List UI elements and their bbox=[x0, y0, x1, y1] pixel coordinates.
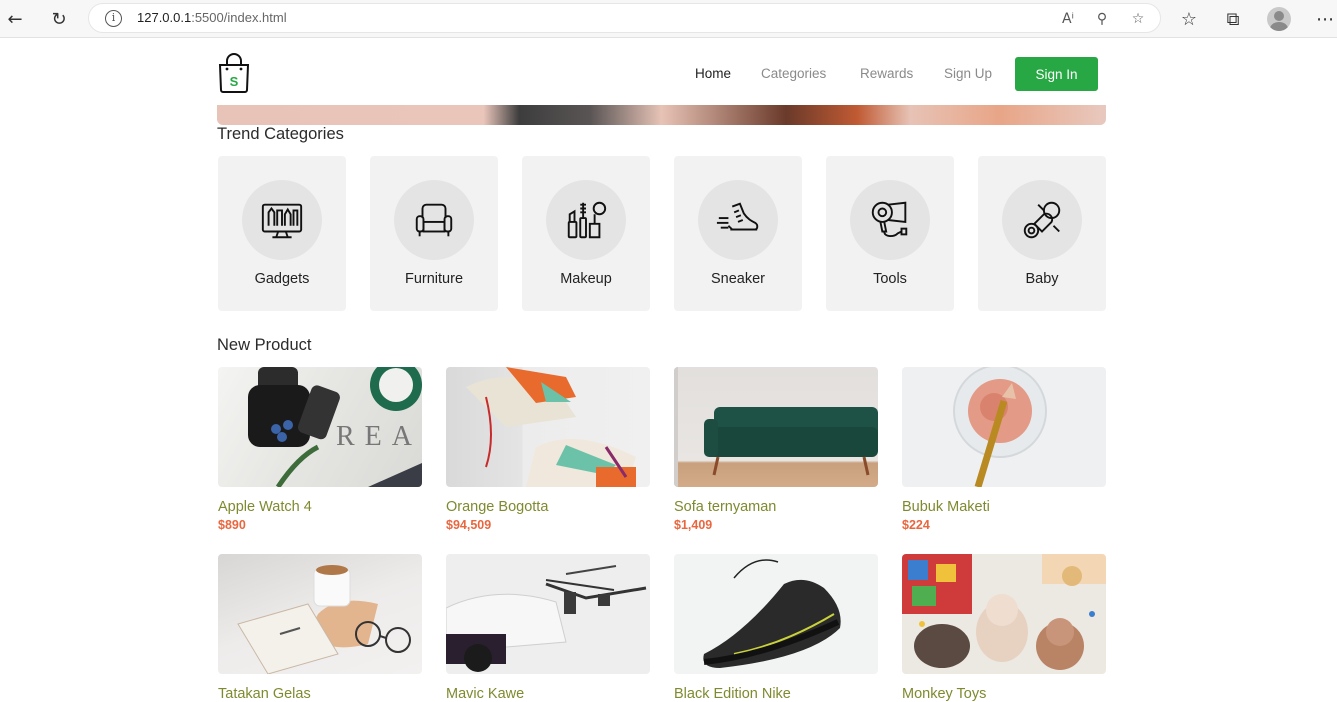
product-card-sofa[interactable]: Sofa ternyaman $1,409 bbox=[674, 367, 878, 532]
zoom-out-icon[interactable]: ⚲ bbox=[1091, 8, 1113, 30]
category-label: Gadgets bbox=[254, 271, 310, 287]
product-image-mavic-kawe[interactable] bbox=[446, 554, 650, 674]
category-label: Sneaker bbox=[710, 271, 765, 287]
product-card-orange-bogotta[interactable]: Orange Bogotta $94,509 bbox=[446, 367, 650, 532]
makeup-icon bbox=[567, 201, 607, 239]
product-image-black-edition-nike[interactable] bbox=[674, 554, 878, 674]
product-image-monkey-toys[interactable] bbox=[902, 554, 1106, 674]
product-card-apple-watch[interactable]: REA Apple Watch 4 $890 bbox=[218, 367, 422, 532]
product-card-mavic-kawe[interactable]: Mavic Kawe bbox=[446, 554, 650, 702]
sneaker-icon bbox=[716, 202, 759, 231]
hero-banner bbox=[217, 105, 1106, 125]
product-card-bubuk-maketi[interactable]: Bubuk Maketi $224 bbox=[902, 367, 1106, 532]
shopping-bag-logo-icon[interactable]: S bbox=[217, 53, 251, 93]
svg-text:S: S bbox=[230, 74, 239, 89]
category-card-makeup[interactable]: Makeup bbox=[522, 156, 650, 311]
pacifier-icon bbox=[1023, 201, 1061, 239]
product-image-tatakan-gelas[interactable] bbox=[218, 554, 422, 674]
product-name[interactable]: Apple Watch 4 bbox=[218, 499, 422, 515]
read-aloud-icon[interactable]: Aⁱ bbox=[1057, 8, 1079, 30]
category-card-baby[interactable]: Baby bbox=[978, 156, 1106, 311]
product-price: $224 bbox=[902, 518, 930, 532]
product-image-orange-bogotta[interactable] bbox=[446, 367, 650, 487]
sign-in-button[interactable]: Sign In bbox=[1015, 57, 1098, 91]
nav-sign-up[interactable]: Sign Up bbox=[944, 66, 992, 81]
gadgets-icon bbox=[261, 203, 303, 239]
category-card-sneaker[interactable]: Sneaker bbox=[674, 156, 802, 311]
nav-rewards[interactable]: Rewards bbox=[860, 66, 913, 81]
product-name[interactable]: Orange Bogotta bbox=[446, 499, 650, 515]
nav-categories[interactable]: Categories bbox=[761, 66, 826, 81]
product-image-bubuk-maketi[interactable] bbox=[902, 367, 1106, 487]
product-name[interactable]: Black Edition Nike bbox=[674, 686, 878, 702]
product-name[interactable]: Mavic Kawe bbox=[446, 686, 650, 702]
new-product-title: New Product bbox=[217, 336, 312, 354]
category-card-tools[interactable]: Tools bbox=[826, 156, 954, 311]
product-card-black-edition-nike[interactable]: Black Edition Nike bbox=[674, 554, 878, 702]
category-label: Tools bbox=[873, 271, 907, 287]
nav-home[interactable]: Home bbox=[695, 66, 731, 81]
category-label: Furniture bbox=[404, 271, 464, 287]
product-price: $1,409 bbox=[674, 518, 713, 532]
category-label: Baby bbox=[1025, 271, 1059, 287]
add-favorite-icon[interactable]: ☆ bbox=[1127, 8, 1149, 30]
url-text[interactable]: 127.0.0.1:5500/index.html bbox=[137, 10, 287, 25]
product-name[interactable]: Sofa ternyaman bbox=[674, 499, 878, 515]
browser-toolbar: ← ↻ i 127.0.0.1:5500/index.html Aⁱ ⚲ ☆ ☆… bbox=[0, 0, 1337, 38]
favorites-icon[interactable]: ☆ bbox=[1176, 6, 1202, 32]
armchair-icon bbox=[415, 203, 453, 237]
reload-icon[interactable]: ↻ bbox=[46, 6, 72, 32]
product-price: $890 bbox=[218, 518, 246, 532]
product-name[interactable]: Tatakan Gelas bbox=[218, 686, 422, 702]
more-menu-icon[interactable]: ⋯ bbox=[1312, 6, 1337, 32]
site-header: S Home Categories Rewards Sign Up Sign I… bbox=[0, 38, 1337, 105]
site-info-icon[interactable]: i bbox=[105, 10, 122, 27]
back-arrow-icon[interactable]: ← bbox=[2, 6, 28, 32]
product-name[interactable]: Bubuk Maketi bbox=[902, 499, 1106, 515]
product-name[interactable]: Monkey Toys bbox=[902, 686, 1106, 702]
trend-categories-title: Trend Categories bbox=[217, 125, 344, 143]
category-card-furniture[interactable]: Furniture bbox=[370, 156, 498, 311]
product-image-sofa[interactable] bbox=[674, 367, 878, 487]
address-bar[interactable]: i 127.0.0.1:5500/index.html Aⁱ ⚲ ☆ bbox=[88, 3, 1161, 33]
product-card-tatakan-gelas[interactable]: Tatakan Gelas bbox=[218, 554, 422, 702]
profile-avatar[interactable] bbox=[1267, 7, 1291, 31]
product-price: $94,509 bbox=[446, 518, 492, 532]
product-image-apple-watch[interactable]: REA bbox=[218, 367, 422, 487]
hair-dryer-icon bbox=[871, 201, 908, 238]
collections-icon[interactable]: ⧉ bbox=[1220, 6, 1246, 32]
product-card-monkey-toys[interactable]: Monkey Toys bbox=[902, 554, 1106, 702]
category-label: Makeup bbox=[560, 271, 612, 287]
svg-text:REA: REA bbox=[336, 421, 422, 452]
category-card-gadgets[interactable]: Gadgets bbox=[218, 156, 346, 311]
